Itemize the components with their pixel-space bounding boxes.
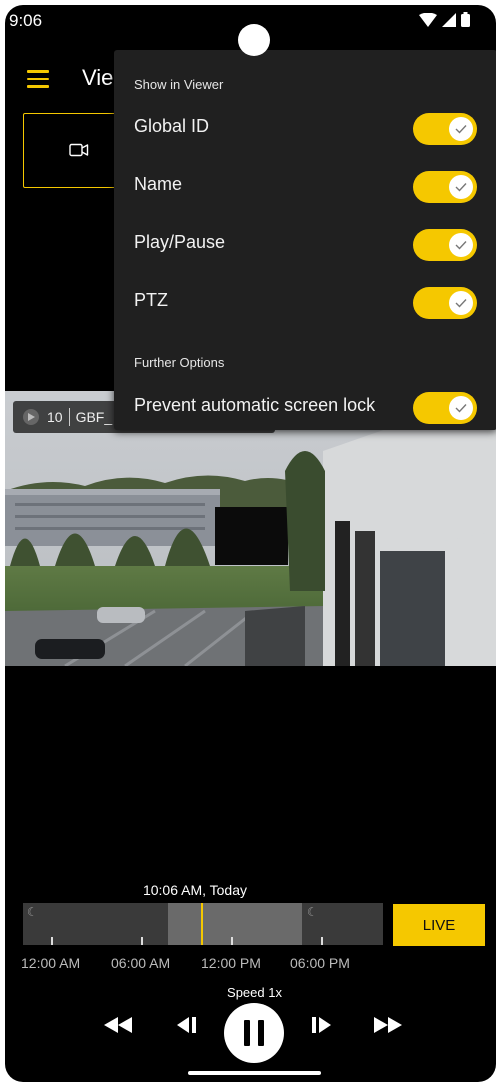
name-toggle[interactable] [413, 171, 477, 203]
menu-icon[interactable] [27, 70, 49, 88]
menu-item-ptz[interactable]: PTZ [114, 276, 496, 326]
menu-item-label: Global ID [134, 116, 210, 136]
menu-item-name[interactable]: Name [114, 160, 496, 210]
camera-icon [69, 143, 89, 157]
check-icon [449, 233, 473, 257]
pause-button[interactable] [224, 1003, 284, 1063]
tick-label: 12:00 PM [201, 955, 261, 971]
app-screen: 9:06 Vie 10 GBF_ 10:06 AM, Today ☾ ☾ LIV… [5, 5, 496, 1082]
menu-item-label: Play/Pause [134, 232, 226, 252]
moon-icon: ☾ [27, 905, 38, 919]
play-pause-toggle[interactable] [413, 229, 477, 261]
menu-item-play-pause[interactable]: Play/Pause [114, 218, 496, 268]
timeline-timestamp: 10:06 AM, Today [142, 882, 248, 898]
global-id-toggle[interactable] [413, 113, 477, 145]
step-forward-icon[interactable] [309, 1015, 333, 1035]
timeline-tick [141, 937, 143, 945]
tick-label: 06:00 PM [290, 955, 350, 971]
fast-forward-icon[interactable] [371, 1015, 405, 1035]
pause-icon [244, 1020, 250, 1046]
moon-icon: ☾ [307, 905, 318, 919]
camera-cutout [238, 24, 270, 56]
status-icons [419, 12, 470, 27]
page-title: Vie [82, 65, 114, 90]
menu-section-further: Further Options [134, 355, 225, 370]
timeline-tick [51, 937, 53, 945]
overlay-name: GBF_ [75, 409, 113, 425]
signal-icon [442, 12, 456, 27]
wifi-icon [419, 12, 437, 27]
menu-item-screen-lock[interactable]: Prevent automatic screen lock [114, 381, 496, 431]
menu-section-show: Show in Viewer [134, 77, 224, 92]
battery-icon [461, 12, 470, 27]
ptz-toggle[interactable] [413, 287, 477, 319]
overlay-divider [68, 408, 70, 426]
check-icon [449, 175, 473, 199]
check-icon [449, 396, 473, 420]
tick-label: 06:00 AM [111, 955, 171, 971]
timeline-tick [231, 937, 233, 945]
timeline-daytime-segment [168, 903, 302, 945]
speed-label[interactable]: Speed 1x [5, 985, 496, 1000]
menu-item-label: PTZ [134, 290, 168, 310]
viewer-options-menu: Show in Viewer Global ID Name Play/Pause… [114, 50, 496, 430]
menu-item-global-id[interactable]: Global ID [114, 102, 496, 152]
pause-icon [258, 1020, 264, 1046]
home-indicator[interactable] [188, 1071, 321, 1075]
check-icon [449, 291, 473, 315]
status-time: 9:06 [9, 11, 43, 30]
timeline-cursor[interactable] [201, 903, 203, 945]
check-icon [449, 117, 473, 141]
tick-label: 12:00 AM [21, 955, 81, 971]
timeline-tick [321, 937, 323, 945]
screen-lock-toggle[interactable] [413, 392, 477, 424]
step-back-icon[interactable] [175, 1015, 199, 1035]
play-status-icon [23, 409, 39, 425]
menu-item-label: Name [134, 174, 183, 194]
fast-rewind-icon[interactable] [101, 1015, 135, 1035]
timeline-scrubber[interactable]: ☾ ☾ [23, 903, 383, 945]
overlay-channel: 10 [47, 409, 63, 425]
menu-item-label: Prevent automatic screen lock [134, 395, 376, 415]
live-button[interactable]: LIVE [393, 904, 485, 946]
